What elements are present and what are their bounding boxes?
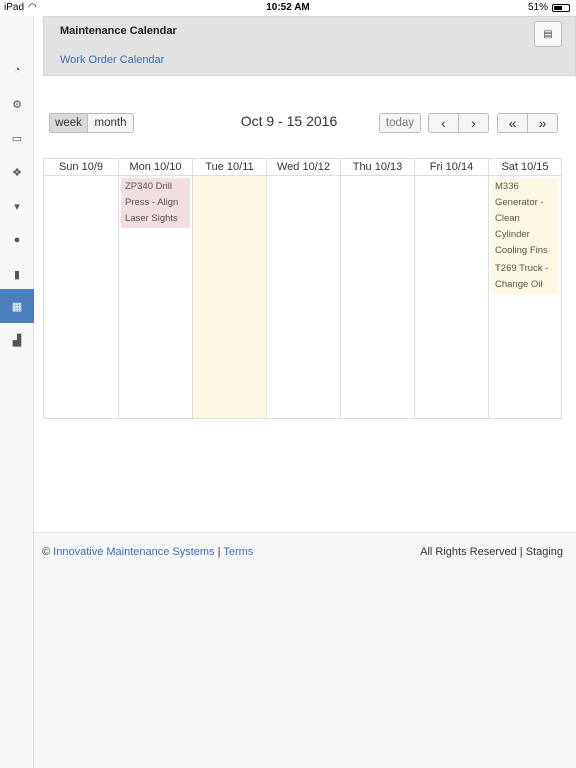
day-header: Thu 10/13 xyxy=(341,159,414,176)
terms-link[interactable]: Terms xyxy=(223,546,253,558)
prev-week-button[interactable]: ‹ xyxy=(428,113,459,133)
calendar-range-title: Oct 9 - 15 2016 xyxy=(240,113,338,129)
day-header: Sun 10/9 xyxy=(44,159,118,176)
sidebar-document-icon[interactable]: ▭ xyxy=(0,121,34,155)
month-view-button[interactable]: month xyxy=(87,113,134,133)
main-content: Maintenance Calendar Work Order Calendar… xyxy=(34,16,576,768)
sidebar-user-icon[interactable]: ● xyxy=(0,223,34,257)
status-bar: iPad ◠ 10:52 AM 51% xyxy=(0,0,576,16)
calendar-event[interactable]: M336 Generator - Clean Cylinder Cooling … xyxy=(491,178,559,260)
battery-percent: 51% xyxy=(527,2,548,13)
sidebar-building-icon[interactable]: ▮ xyxy=(0,257,34,291)
sidebar-calendar-icon[interactable]: ▦ xyxy=(0,289,34,323)
pdf-icon: ▤ xyxy=(543,28,553,40)
day-column-mon[interactable]: Mon 10/10 ZP340 Drill Press - Align Lase… xyxy=(118,159,192,418)
footer-links: © Innovative Maintenance Systems | Terms xyxy=(42,546,253,558)
breadcrumb-work-order-calendar[interactable]: Work Order Calendar xyxy=(60,54,164,66)
day-header: Sat 10/15 xyxy=(489,159,561,176)
next-year-button[interactable]: » xyxy=(527,113,558,133)
sidebar-bar-chart-icon[interactable]: ▟ xyxy=(0,323,34,357)
sidebar-gears-icon[interactable]: ⚙ xyxy=(0,87,34,121)
day-header: Wed 10/12 xyxy=(267,159,340,176)
footer-separator: | xyxy=(217,546,221,558)
page-header: Maintenance Calendar Work Order Calendar… xyxy=(43,16,576,76)
sidebar-dashboard-icon[interactable]: ◔ xyxy=(0,53,34,87)
week-view-button[interactable]: week xyxy=(49,113,88,133)
day-header: Mon 10/10 xyxy=(119,159,192,176)
pdf-export-button[interactable]: ▤ xyxy=(534,21,562,47)
day-column-wed[interactable]: Wed 10/12 xyxy=(266,159,340,418)
sidebar-cubes-icon[interactable]: ❖ xyxy=(0,155,34,189)
clock: 10:52 AM xyxy=(266,2,310,13)
footer-rights: All Rights Reserved | Staging xyxy=(420,546,563,558)
page-title: Maintenance Calendar xyxy=(60,25,177,37)
day-column-sat[interactable]: Sat 10/15 M336 Generator - Clean Cylinde… xyxy=(488,159,561,418)
footer: © Innovative Maintenance Systems | Terms… xyxy=(34,532,576,768)
calendar-toolbar: week month Oct 9 - 15 2016 today ‹ › « » xyxy=(49,113,569,135)
next-week-button[interactable]: › xyxy=(458,113,489,133)
calendar-event[interactable]: T269 Truck - Change Oil xyxy=(491,260,559,294)
copyright-symbol: © xyxy=(42,546,51,558)
prev-year-button[interactable]: « xyxy=(497,113,528,133)
day-header: Fri 10/14 xyxy=(415,159,488,176)
day-header: Tue 10/11 xyxy=(193,159,266,176)
day-column-fri[interactable]: Fri 10/14 xyxy=(414,159,488,418)
today-button[interactable]: today xyxy=(379,113,421,133)
company-link[interactable]: Innovative Maintenance Systems xyxy=(53,546,214,558)
day-column-tue-today[interactable]: Tue 10/11 xyxy=(192,159,266,418)
day-column-sun[interactable]: Sun 10/9 xyxy=(44,159,118,418)
battery-icon xyxy=(552,3,570,12)
sidebar: ◔ ⚙ ▭ ❖ ▾ ● ▮ ▦ ▟ xyxy=(0,16,34,768)
day-column-thu[interactable]: Thu 10/13 xyxy=(340,159,414,418)
sidebar-cart-icon[interactable]: ▾ xyxy=(0,189,34,223)
calendar-event[interactable]: ZP340 Drill Press - Align Laser Sights xyxy=(121,178,190,228)
week-calendar-grid: Sun 10/9 Mon 10/10 ZP340 Drill Press - A… xyxy=(43,158,562,419)
